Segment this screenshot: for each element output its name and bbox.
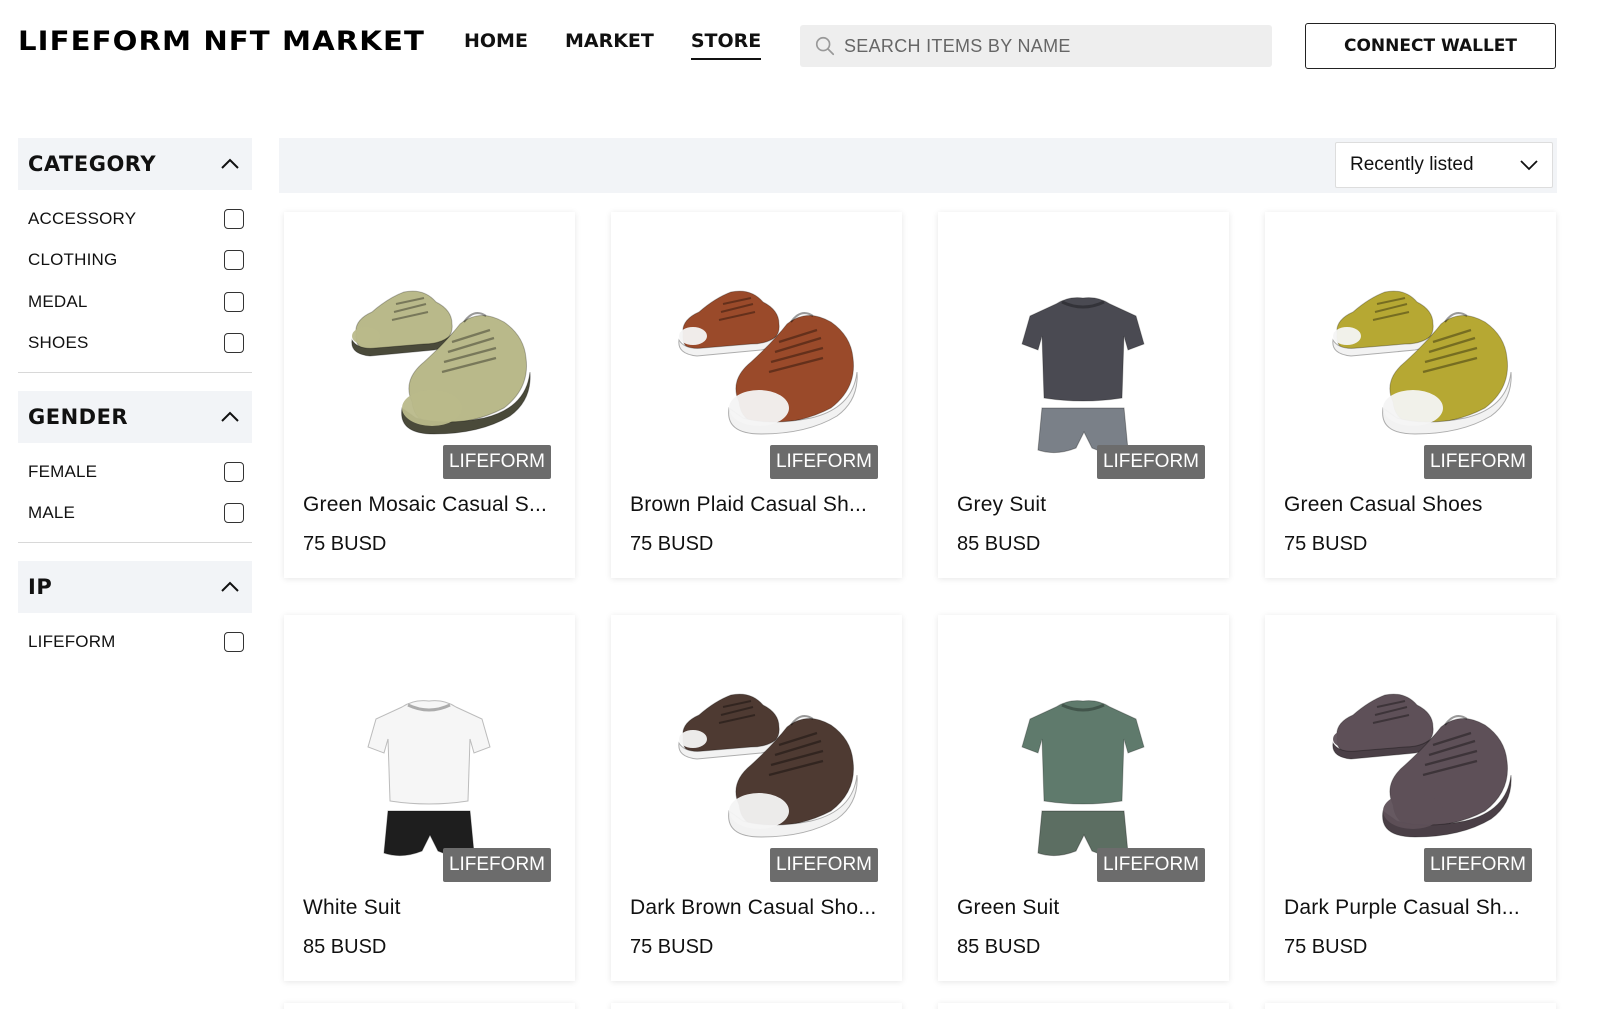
filter-options: FEMALE MALE: [18, 443, 252, 543]
ip-badge: LIFEFORM: [769, 445, 878, 479]
product-name[interactable]: Green Mosaic Casual S...: [303, 493, 558, 517]
filter-title: IP: [28, 575, 53, 599]
product-card[interactable]: LIFEFORM Brown Plaid Casual Sh... 75 BUSD: [611, 212, 902, 578]
filter-option-accessory[interactable]: ACCESSORY: [18, 198, 252, 240]
product-image[interactable]: [1265, 615, 1556, 885]
filter-option-clothing[interactable]: CLOTHING: [18, 240, 252, 282]
product-price: 85 BUSD: [303, 936, 387, 958]
filter-option-female[interactable]: FEMALE: [18, 451, 252, 493]
product-image[interactable]: [611, 615, 902, 885]
checkbox[interactable]: [224, 250, 244, 271]
filter-option-label: SHOES: [28, 333, 89, 353]
product-image[interactable]: [938, 212, 1229, 482]
nav-home[interactable]: HOME: [464, 30, 528, 60]
product-card[interactable]: LIFEFORM White Suit 85 BUSD: [284, 615, 575, 981]
filter-header-category[interactable]: CATEGORY: [18, 138, 252, 190]
filter-header-gender[interactable]: GENDER: [18, 391, 252, 443]
product-image[interactable]: [284, 615, 575, 885]
search-input[interactable]: [844, 35, 1264, 57]
filter-header-ip[interactable]: IP: [18, 561, 252, 613]
product-card[interactable]: LIFEFORM Grey Suit 85 BUSD: [938, 212, 1229, 578]
sort-select[interactable]: Recently listed: [1335, 142, 1553, 188]
header: LIFEFORM NFT MARKET HOME MARKET STORE CO…: [0, 0, 1600, 92]
chevron-up-icon[interactable]: [220, 581, 240, 593]
product-name[interactable]: Green Suit: [957, 896, 1212, 920]
filter-options: ACCESSORY CLOTHING MEDAL SHOES: [18, 190, 252, 373]
results-toolbar: Recently listed: [279, 138, 1557, 193]
product-price: 75 BUSD: [630, 533, 714, 555]
nav-market[interactable]: MARKET: [565, 30, 654, 60]
filter-option-medal[interactable]: MEDAL: [18, 281, 252, 323]
product-price: 75 BUSD: [303, 533, 387, 555]
product-name[interactable]: Green Casual Shoes: [1284, 493, 1539, 517]
search-icon: [815, 36, 835, 56]
product-grid: LIFEFORM Green Mosaic Casual S... 75 BUSD …: [284, 212, 1560, 981]
product-card[interactable]: LIFEFORM Dark Brown Casual Sho... 75 BUSD: [611, 615, 902, 981]
product-card[interactable]: LIFEFORM Green Suit 85 BUSD: [938, 615, 1229, 981]
filter-option-label: FEMALE: [28, 461, 98, 481]
site-logo[interactable]: LIFEFORM NFT MARKET: [18, 26, 425, 57]
filter-group-category: CATEGORY ACCESSORY CLOTHING MEDAL SHOES: [18, 138, 252, 373]
product-card[interactable]: LIFEFORM Green Mosaic Casual S... 75 BUSD: [284, 212, 575, 578]
ip-badge: LIFEFORM: [442, 848, 551, 882]
product-card[interactable]: [284, 1003, 575, 1009]
filter-group-ip: IP LIFEFORM: [18, 561, 252, 671]
sort-label: Recently listed: [1350, 154, 1474, 175]
product-image[interactable]: [284, 212, 575, 482]
product-image[interactable]: [1265, 212, 1556, 482]
filter-title: CATEGORY: [28, 152, 157, 176]
ip-badge: LIFEFORM: [769, 848, 878, 882]
product-price: 85 BUSD: [957, 533, 1041, 555]
checkbox[interactable]: [224, 461, 244, 482]
main-nav: HOME MARKET STORE: [464, 30, 762, 60]
ip-badge: LIFEFORM: [1096, 848, 1205, 882]
checkbox[interactable]: [224, 333, 244, 354]
filter-option-lifeform[interactable]: LIFEFORM: [18, 621, 252, 663]
product-name[interactable]: Dark Brown Casual Sho...: [630, 896, 885, 920]
filter-option-label: MEDAL: [28, 291, 88, 311]
next-row-peek: [284, 1003, 1560, 1009]
filter-sidebar: CATEGORY ACCESSORY CLOTHING MEDAL SHOES …: [18, 138, 252, 689]
ip-badge: LIFEFORM: [1096, 445, 1205, 479]
product-card[interactable]: [1265, 1003, 1556, 1009]
checkbox[interactable]: [224, 503, 244, 524]
product-price: 75 BUSD: [630, 936, 714, 958]
product-name[interactable]: White Suit: [303, 896, 558, 920]
product-card[interactable]: LIFEFORM Green Casual Shoes 75 BUSD: [1265, 212, 1556, 578]
filter-title: GENDER: [28, 405, 129, 429]
product-price: 75 BUSD: [1284, 936, 1368, 958]
product-card[interactable]: [938, 1003, 1229, 1009]
checkbox[interactable]: [224, 291, 244, 312]
product-card[interactable]: LIFEFORM Dark Purple Casual Sh... 75 BUSD: [1265, 615, 1556, 981]
filter-option-male[interactable]: MALE: [18, 493, 252, 535]
filter-group-gender: GENDER FEMALE MALE: [18, 391, 252, 543]
product-name[interactable]: Grey Suit: [957, 493, 1212, 517]
chevron-up-icon[interactable]: [220, 158, 240, 170]
ip-badge: LIFEFORM: [442, 445, 551, 479]
product-card[interactable]: [611, 1003, 902, 1009]
ip-badge: LIFEFORM: [1423, 848, 1532, 882]
checkbox[interactable]: [224, 631, 244, 652]
search-bar: [800, 25, 1272, 67]
product-image[interactable]: [938, 615, 1229, 885]
filter-option-shoes[interactable]: SHOES: [18, 323, 252, 365]
product-price: 75 BUSD: [1284, 533, 1368, 555]
product-image[interactable]: [611, 212, 902, 482]
checkbox[interactable]: [224, 208, 244, 229]
filter-option-label: CLOTHING: [28, 250, 118, 270]
chevron-up-icon[interactable]: [220, 411, 240, 423]
filter-options: LIFEFORM: [18, 613, 252, 671]
filter-option-label: MALE: [28, 503, 76, 523]
product-name[interactable]: Dark Purple Casual Sh...: [1284, 896, 1539, 920]
connect-wallet-button[interactable]: CONNECT WALLET: [1305, 23, 1556, 69]
filter-option-label: ACCESSORY: [28, 208, 137, 228]
chevron-down-icon: [1520, 159, 1538, 170]
filter-option-label: LIFEFORM: [28, 631, 116, 651]
ip-badge: LIFEFORM: [1423, 445, 1532, 479]
nav-store[interactable]: STORE: [690, 30, 762, 60]
product-price: 85 BUSD: [957, 936, 1041, 958]
product-name[interactable]: Brown Plaid Casual Sh...: [630, 493, 885, 517]
